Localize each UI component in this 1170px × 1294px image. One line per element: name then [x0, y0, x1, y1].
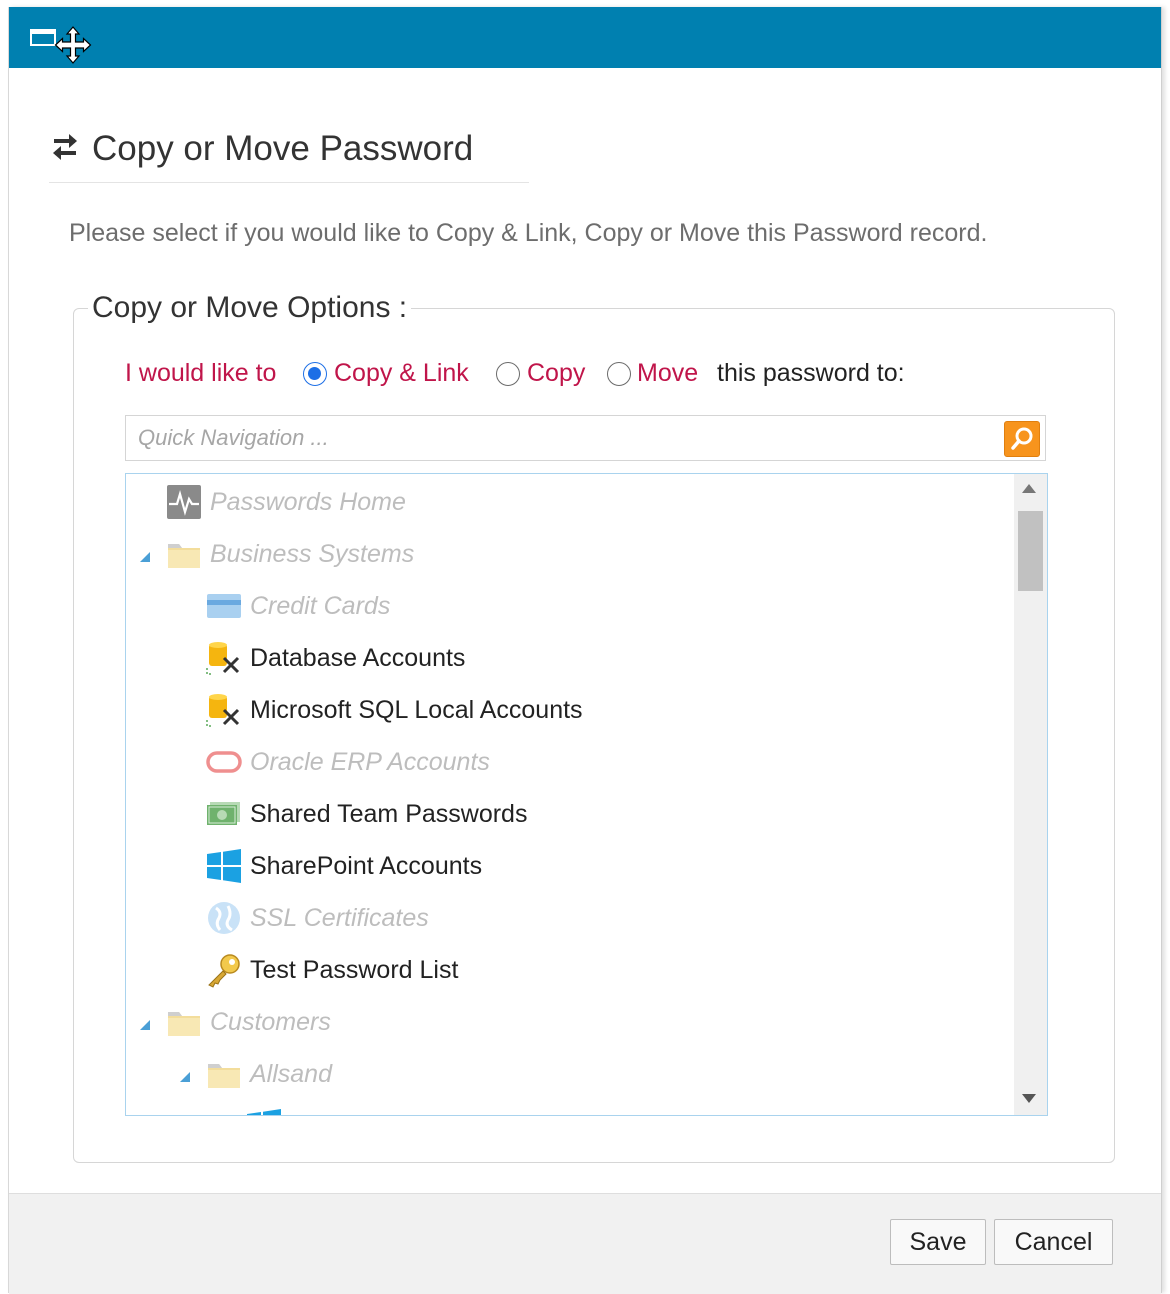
tree-item-label: Credit Cards [250, 592, 391, 620]
swap-arrows-icon [51, 131, 79, 163]
radio-suffix-label: this password to: [717, 359, 905, 387]
expand-toggle-icon[interactable] [178, 1062, 192, 1082]
copy-radio[interactable] [496, 362, 520, 386]
dialog-titlebar[interactable] [9, 7, 1161, 68]
tree-item-label[interactable]: Test Password List [250, 956, 458, 985]
tree-item-label[interactable]: Shared Team Passwords [250, 800, 527, 829]
scroll-thumb[interactable] [1018, 511, 1043, 591]
cancel-button[interactable]: Cancel [994, 1219, 1113, 1265]
tree-item-label[interactable]: Database Accounts [250, 644, 465, 673]
page-title: Copy or Move Password [92, 129, 474, 168]
folder-icon [206, 1056, 242, 1092]
tree-item-label[interactable]: Microsoft SQL Local Accounts [250, 696, 583, 725]
credit-card-icon [206, 588, 242, 624]
copy-move-dialog: Copy or Move Password Please select if y… [8, 7, 1162, 1294]
tree-item-label: Allsand [250, 1060, 332, 1088]
window-move-icon[interactable] [29, 25, 99, 65]
quick-navigation-input[interactable] [126, 416, 996, 460]
key-icon [206, 952, 242, 988]
folder-tree[interactable]: Passwords Home Business Systems Credit C… [125, 473, 1048, 1116]
instructions-text: Please select if you would like to Copy … [69, 219, 988, 247]
money-icon [206, 796, 242, 832]
search-icon [1011, 427, 1033, 450]
tree-scrollbar[interactable] [1014, 474, 1047, 1115]
tree-item-label: Oracle ERP Accounts [250, 748, 490, 776]
folder-icon [166, 1004, 202, 1040]
copy-link-radio[interactable] [303, 362, 327, 386]
options-legend: Copy or Move Options : [92, 291, 408, 324]
windows-icon [246, 1108, 282, 1115]
quick-navigation [125, 415, 1046, 461]
oracle-icon [206, 744, 242, 780]
expand-toggle-icon[interactable] [138, 1010, 152, 1030]
expand-toggle-icon[interactable] [138, 542, 152, 562]
radio-prefix-label: I would like to [125, 359, 277, 387]
tree-item-label: Customers [210, 1008, 331, 1036]
copy-link-label[interactable]: Copy & Link [334, 359, 469, 388]
windows-icon [206, 848, 242, 884]
tree-item-label[interactable]: SharePoint Accounts [250, 852, 482, 881]
dialog-footer: Save Cancel [9, 1193, 1161, 1294]
folder-icon [166, 536, 202, 572]
scroll-up-icon[interactable] [1022, 484, 1036, 493]
database-icon [206, 640, 242, 676]
save-button[interactable]: Save [890, 1219, 986, 1265]
move-label[interactable]: Move [637, 359, 698, 388]
move-radio[interactable] [607, 362, 631, 386]
tree-item-label: SSL Certificates [250, 904, 429, 932]
search-button[interactable] [1004, 421, 1040, 457]
tree-item-label: Business Systems [210, 540, 415, 568]
globe-icon [206, 900, 242, 936]
scroll-down-icon[interactable] [1022, 1094, 1036, 1103]
database-icon [206, 692, 242, 728]
pulse-icon [166, 484, 202, 520]
copy-label[interactable]: Copy [527, 359, 585, 388]
page-header: Copy or Move Password [49, 127, 529, 183]
tree-item-label: Passwords Home [210, 488, 406, 516]
